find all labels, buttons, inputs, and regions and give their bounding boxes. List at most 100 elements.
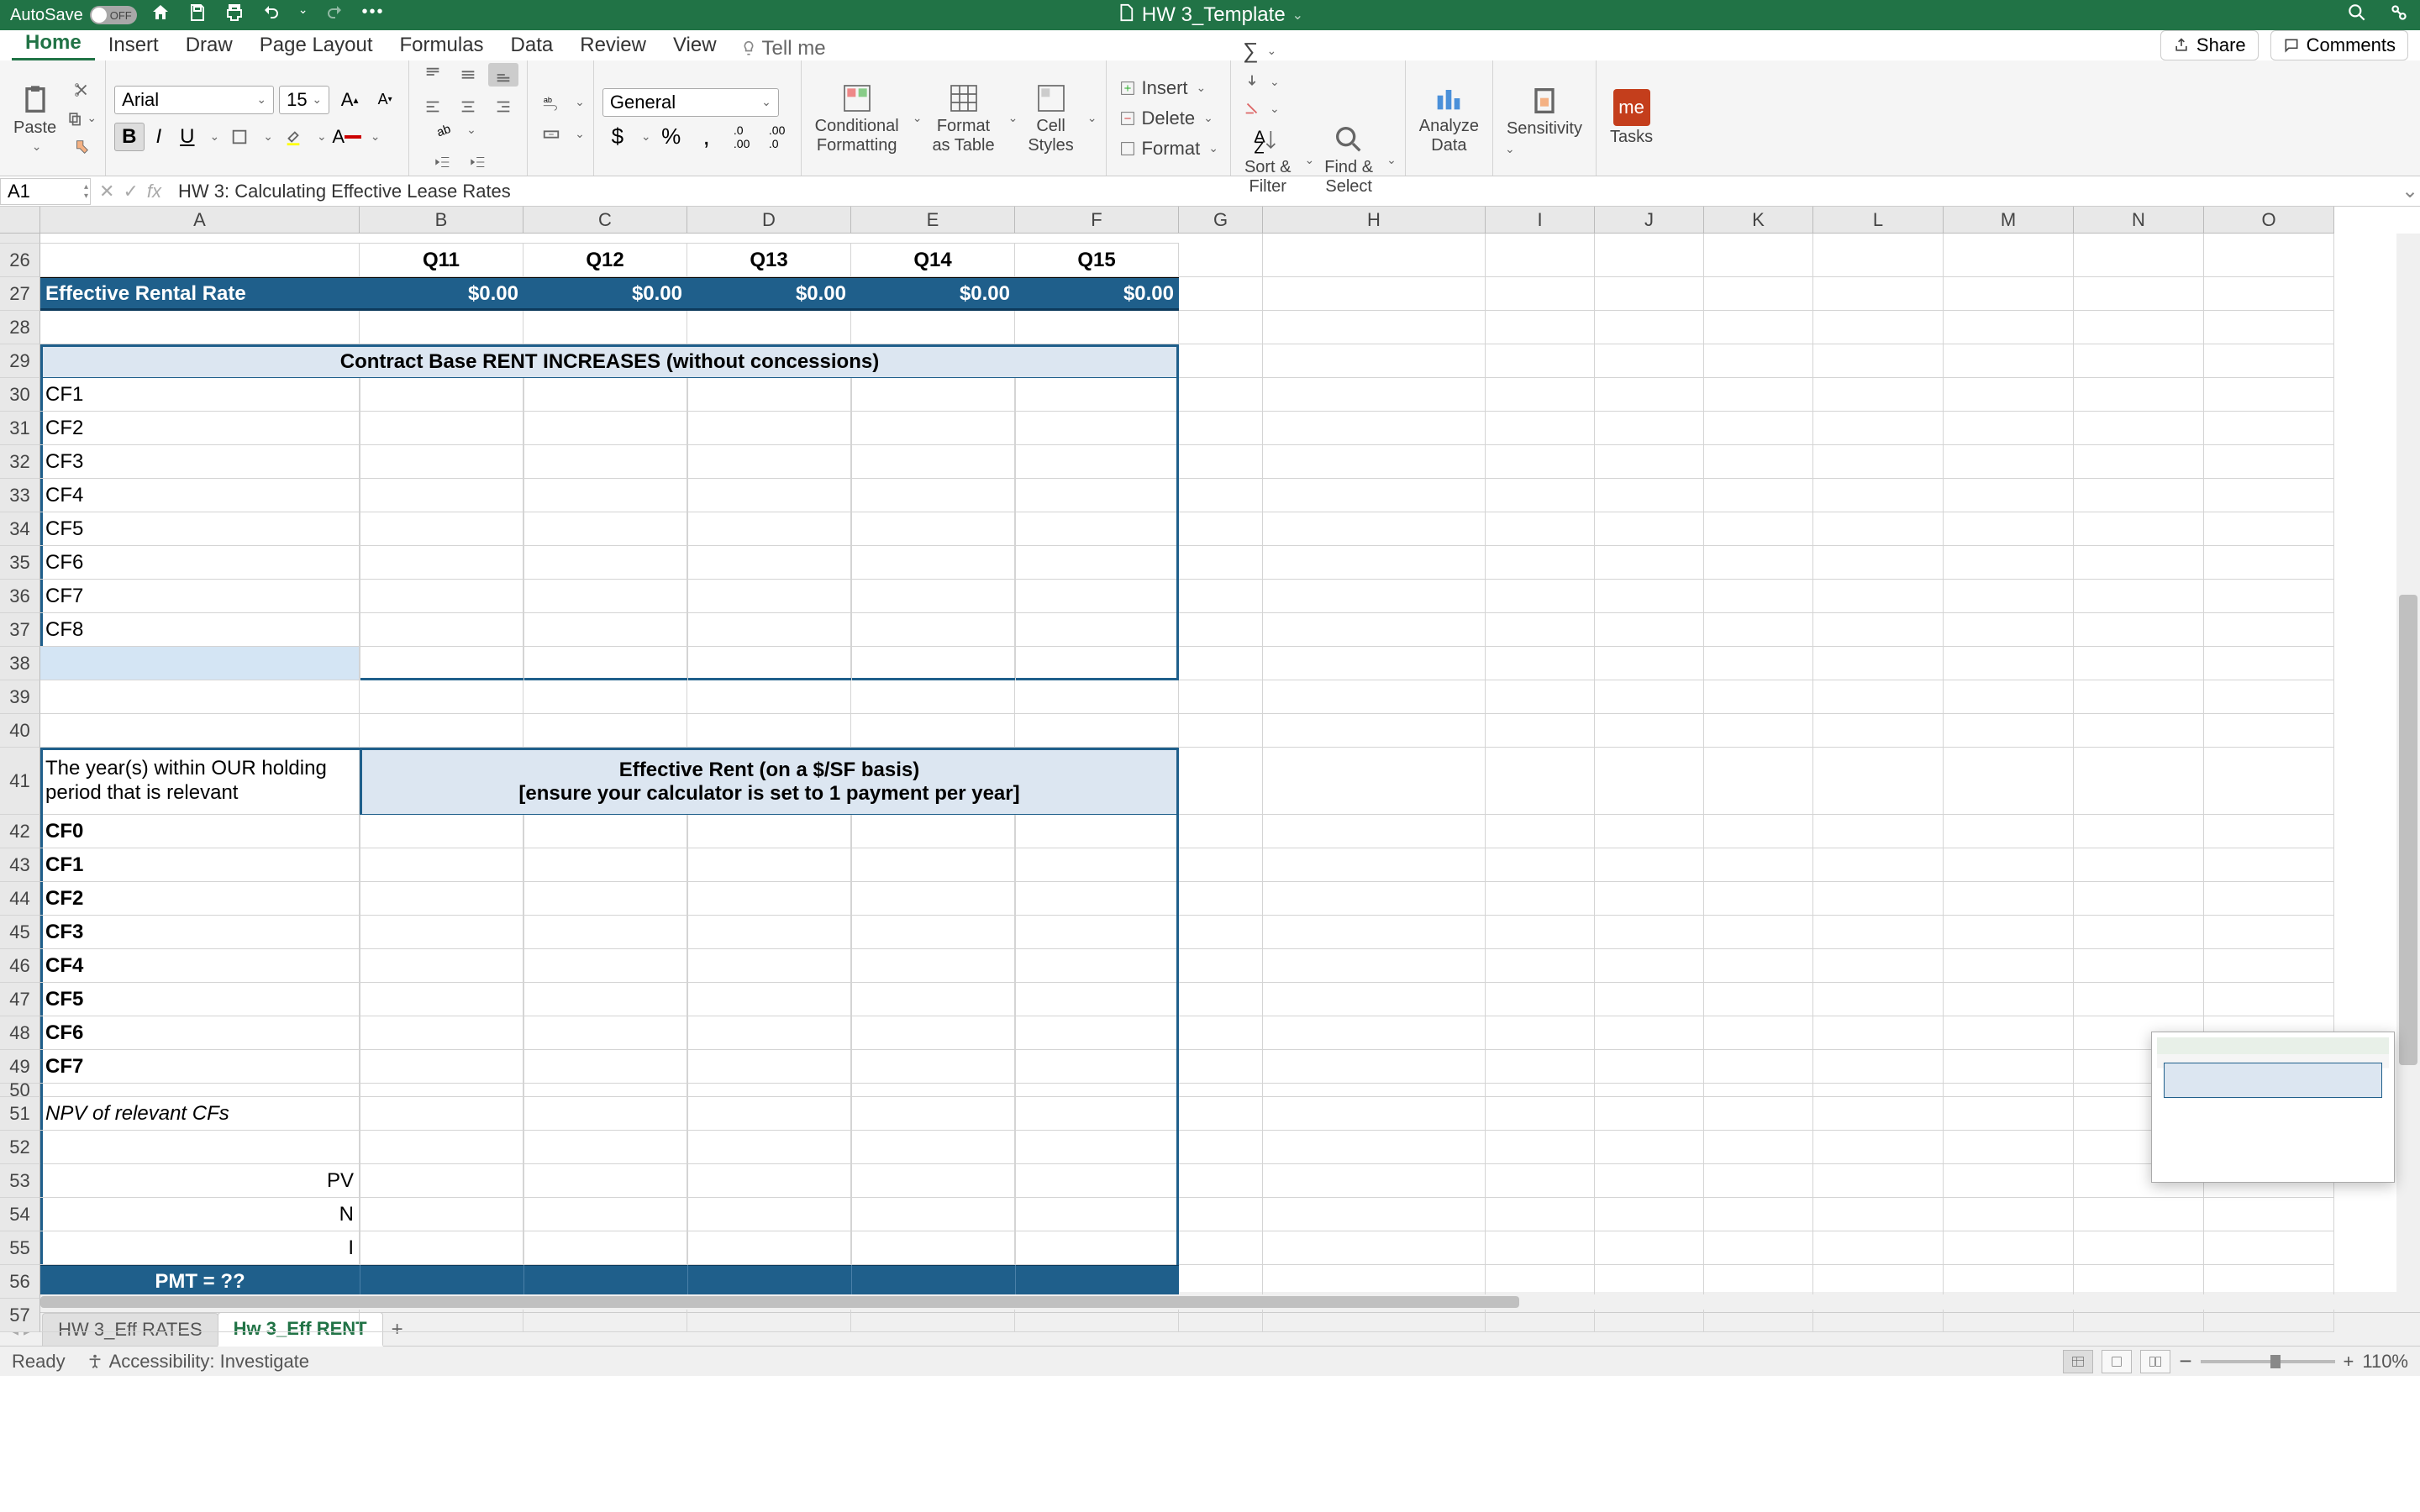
col-header-M[interactable]: M: [1944, 207, 2074, 234]
row-header-56[interactable]: 56: [0, 1265, 40, 1299]
row-header-46[interactable]: 46: [0, 949, 40, 983]
align-middle-button[interactable]: [453, 63, 483, 87]
col-header-A[interactable]: A: [40, 207, 360, 234]
home-icon[interactable]: [150, 3, 171, 29]
col-header-I[interactable]: I: [1486, 207, 1595, 234]
cell-C27[interactable]: $0.00: [523, 277, 687, 311]
normal-view-button[interactable]: [2063, 1350, 2093, 1373]
cell-C26[interactable]: Q12: [523, 244, 687, 277]
align-top-button[interactable]: [418, 63, 448, 87]
cell-B27[interactable]: $0.00: [360, 277, 523, 311]
section-header-effective-rent[interactable]: Effective Rent (on a $/SF basis)[ensure …: [360, 748, 1179, 815]
row-header-37[interactable]: 37: [0, 613, 40, 647]
row-header-54[interactable]: 54: [0, 1198, 40, 1231]
more-icon[interactable]: •••: [361, 3, 384, 29]
page-layout-view-button[interactable]: [2102, 1350, 2132, 1373]
format-cells-button[interactable]: Format⌄: [1115, 136, 1222, 161]
name-box[interactable]: A1 ▴▾: [0, 178, 91, 205]
cancel-formula-icon[interactable]: ✕: [99, 181, 114, 202]
decrease-font-button[interactable]: A▾: [370, 88, 400, 112]
orientation-button[interactable]: ab: [428, 118, 458, 142]
row-header-40[interactable]: 40: [0, 714, 40, 748]
section-header-rent-increases[interactable]: Contract Base RENT INCREASES (without co…: [40, 344, 1179, 378]
zoom-in-button[interactable]: +: [2344, 1351, 2354, 1373]
row-header-34[interactable]: 34: [0, 512, 40, 546]
zoom-out-button[interactable]: −: [2179, 1348, 2191, 1374]
cell-A30[interactable]: CF1: [40, 378, 360, 412]
cell-A31[interactable]: CF2: [40, 412, 360, 445]
wrap-text-button[interactable]: ab: [536, 91, 566, 114]
increase-indent-button[interactable]: [463, 150, 493, 174]
undo-icon[interactable]: [261, 3, 281, 29]
cell-B26[interactable]: Q11: [360, 244, 523, 277]
zoom-slider-knob[interactable]: [2270, 1355, 2281, 1368]
percent-button[interactable]: %: [656, 125, 687, 149]
accessibility-status[interactable]: Accessibility: Investigate: [86, 1351, 309, 1373]
row-header-32[interactable]: 32: [0, 445, 40, 479]
cell-A44[interactable]: CF2: [40, 882, 360, 916]
row-header-35[interactable]: 35: [0, 546, 40, 580]
col-header-O[interactable]: O: [2204, 207, 2334, 234]
cell-A47[interactable]: CF5: [40, 983, 360, 1016]
expand-formula-bar-icon[interactable]: ⌄: [2400, 179, 2420, 203]
tab-draw[interactable]: Draw: [172, 29, 246, 60]
align-left-button[interactable]: [418, 95, 448, 118]
cell-A56[interactable]: PMT = ??: [40, 1265, 360, 1299]
paste-button[interactable]: Paste ⌄: [8, 80, 61, 157]
cut-button[interactable]: [66, 78, 97, 102]
row-header-26[interactable]: 26: [0, 244, 40, 277]
undo-menu-icon[interactable]: ⌄: [298, 3, 308, 29]
select-all-corner[interactable]: [0, 207, 40, 234]
tab-page-layout[interactable]: Page Layout: [246, 29, 387, 60]
align-center-button[interactable]: [453, 95, 483, 118]
save-icon[interactable]: [187, 3, 208, 29]
row-header-57[interactable]: 57: [0, 1299, 40, 1332]
cell-A38[interactable]: [40, 647, 360, 680]
row-header-42[interactable]: 42: [0, 815, 40, 848]
col-header-C[interactable]: C: [523, 207, 687, 234]
row-header-43[interactable]: 43: [0, 848, 40, 882]
cell-F26[interactable]: Q15: [1015, 244, 1179, 277]
cell-D26[interactable]: Q13: [687, 244, 851, 277]
zoom-slider[interactable]: [2201, 1360, 2335, 1363]
cell-A37[interactable]: CF8: [40, 613, 360, 647]
cell-F27[interactable]: $0.00: [1015, 277, 1179, 311]
cell-A42[interactable]: CF0: [40, 815, 360, 848]
share-button[interactable]: Share: [2160, 30, 2259, 60]
cell-A49[interactable]: CF7: [40, 1050, 360, 1084]
col-header-F[interactable]: F: [1015, 207, 1179, 234]
align-bottom-button[interactable]: [488, 63, 518, 87]
cell-A45[interactable]: CF3: [40, 916, 360, 949]
cell-E26[interactable]: Q14: [851, 244, 1015, 277]
cell-A55[interactable]: I: [40, 1231, 360, 1265]
cell-A33[interactable]: CF4: [40, 479, 360, 512]
align-right-button[interactable]: [488, 95, 518, 118]
sensitivity-button[interactable]: Sensitivity: [1502, 81, 1587, 142]
tab-formulas[interactable]: Formulas: [387, 29, 497, 60]
merge-button[interactable]: [536, 123, 566, 146]
col-header-N[interactable]: N: [2074, 207, 2204, 234]
row-header-50[interactable]: 50: [0, 1084, 40, 1097]
cell-A53[interactable]: PV: [40, 1164, 360, 1198]
zoom-level[interactable]: 110%: [2362, 1351, 2408, 1373]
decrease-indent-button[interactable]: [428, 150, 458, 174]
row-header-30[interactable]: 30: [0, 378, 40, 412]
borders-button[interactable]: [224, 125, 255, 149]
row-header-28[interactable]: 28: [0, 311, 40, 344]
clear-button[interactable]: ⌄: [1239, 97, 1386, 119]
row-header-55[interactable]: 55: [0, 1231, 40, 1265]
analyze-data-button[interactable]: Analyze Data: [1414, 78, 1484, 159]
copy-button[interactable]: ⌄: [66, 107, 97, 130]
tell-me[interactable]: Tell me: [740, 37, 826, 60]
currency-button[interactable]: $: [602, 125, 633, 149]
format-as-table-button[interactable]: Format as Table: [927, 78, 999, 159]
fill-color-button[interactable]: [278, 125, 308, 149]
comma-button[interactable]: ,: [692, 125, 722, 149]
col-header-H[interactable]: H: [1263, 207, 1486, 234]
redo-icon[interactable]: [324, 3, 345, 29]
delete-cells-button[interactable]: Delete⌄: [1115, 106, 1222, 131]
autosum-button[interactable]: ∑⌄: [1239, 36, 1386, 66]
cell-E27[interactable]: $0.00: [851, 277, 1015, 311]
chevron-down-icon[interactable]: ⌄: [210, 129, 220, 144]
cell-A35[interactable]: CF6: [40, 546, 360, 580]
